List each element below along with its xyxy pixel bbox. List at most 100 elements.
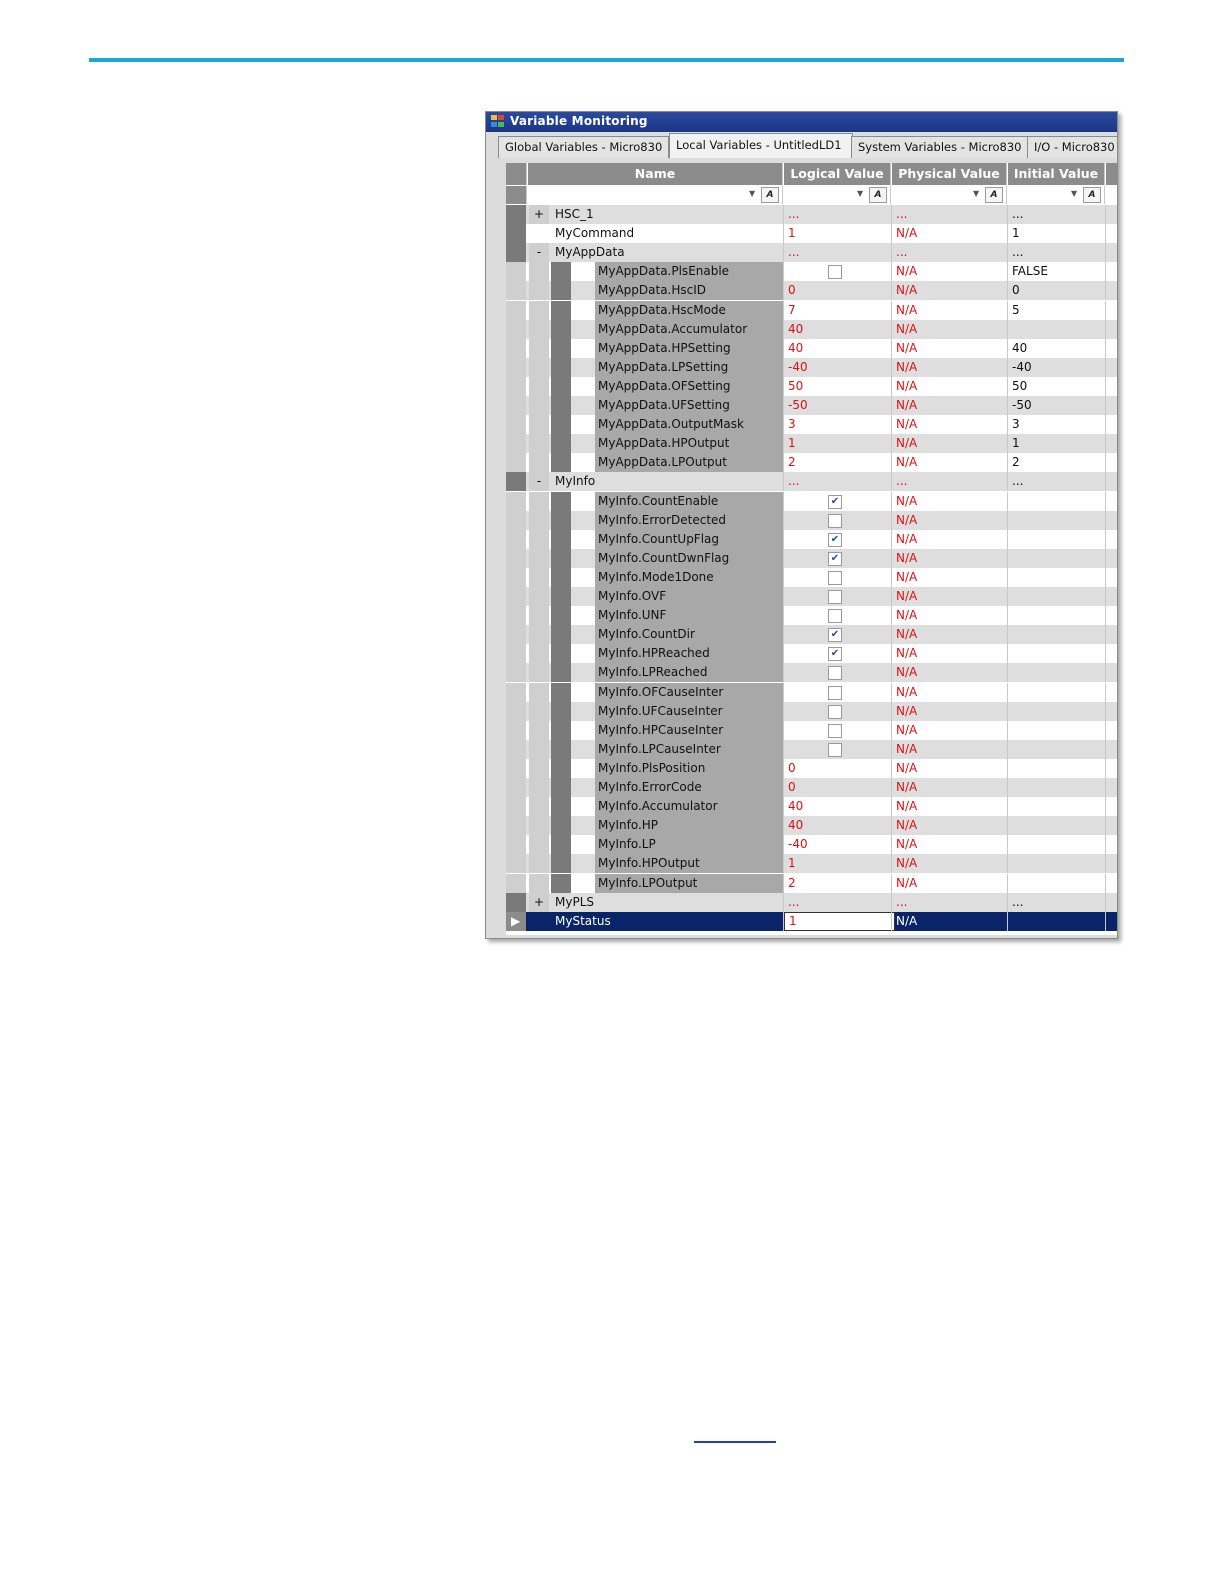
row-selector[interactable] xyxy=(506,682,526,702)
member-selector[interactable] xyxy=(551,510,571,530)
unchecked-checkbox[interactable] xyxy=(828,570,842,585)
initial-value[interactable] xyxy=(1008,492,1108,511)
row-selector[interactable] xyxy=(506,319,526,339)
member-selector[interactable] xyxy=(551,778,571,797)
initial-value[interactable]: ... xyxy=(1008,893,1108,912)
logical-value[interactable]: 7 xyxy=(784,301,893,320)
table-row[interactable]: MyInfo.PlsPosition 0 N/A xyxy=(506,758,1117,778)
table-row[interactable]: MyInfo.Mode1Done N/A xyxy=(506,567,1117,587)
tab-system-variables[interactable]: System Variables - Micro830 xyxy=(851,136,1029,158)
logical-value[interactable]: 2 xyxy=(784,874,893,893)
row-selector[interactable] xyxy=(506,224,526,244)
column-header-initial-value[interactable]: Initial Value xyxy=(1008,163,1105,185)
initial-value[interactable]: ... xyxy=(1008,205,1108,224)
table-row[interactable]: MyInfo.LPReached N/A xyxy=(506,663,1117,683)
initial-value[interactable] xyxy=(1008,721,1108,740)
footer-link-underline[interactable] xyxy=(694,1441,776,1443)
logical-value[interactable]: 1 xyxy=(784,911,895,931)
member-selector[interactable] xyxy=(551,701,571,721)
member-selector[interactable] xyxy=(551,720,571,740)
table-row[interactable]: MyInfo.Accumulator 40 N/A xyxy=(506,797,1117,817)
unchecked-checkbox[interactable] xyxy=(828,609,842,624)
initial-value[interactable] xyxy=(1008,587,1108,606)
unchecked-checkbox[interactable] xyxy=(828,723,842,738)
member-selector[interactable] xyxy=(551,625,571,645)
logical-value[interactable]: ... xyxy=(784,205,893,224)
row-selector[interactable] xyxy=(506,376,526,396)
tab-io[interactable]: I/O - Micro830 xyxy=(1027,136,1117,158)
row-selector[interactable] xyxy=(506,300,526,320)
initial-value-filter[interactable]: ▼ A xyxy=(1008,186,1105,204)
table-row[interactable]: MyInfo.HP 40 N/A xyxy=(506,816,1117,836)
initial-value[interactable]: 2 xyxy=(1008,453,1108,472)
expand-icon[interactable]: + xyxy=(529,205,549,224)
row-selector[interactable] xyxy=(506,243,526,263)
initial-value[interactable] xyxy=(1008,797,1108,816)
filter-icon[interactable]: A xyxy=(761,187,779,203)
member-selector[interactable] xyxy=(551,415,571,435)
member-selector[interactable] xyxy=(551,338,571,358)
initial-value[interactable] xyxy=(1008,644,1108,663)
logical-value[interactable]: 0 xyxy=(784,759,893,778)
row-selector[interactable] xyxy=(506,472,526,492)
table-row[interactable]: MyInfo.HPReached ✔ N/A xyxy=(506,644,1117,664)
row-selector[interactable] xyxy=(506,567,526,587)
logical-value[interactable]: 40 xyxy=(784,816,893,835)
table-row[interactable]: MyAppData.OFSetting 50 N/A 50 xyxy=(506,376,1117,396)
member-selector[interactable] xyxy=(551,758,571,778)
row-selector[interactable]: ▶ xyxy=(506,911,526,931)
member-selector[interactable] xyxy=(551,434,571,454)
row-selector[interactable] xyxy=(506,338,526,358)
logical-value[interactable]: ... xyxy=(784,243,893,262)
filter-icon[interactable]: A xyxy=(869,187,887,203)
filter-icon[interactable]: A xyxy=(1083,187,1101,203)
row-selector[interactable] xyxy=(506,548,526,568)
member-selector[interactable] xyxy=(551,644,571,664)
table-row[interactable]: MyInfo.HPOutput 1 N/A xyxy=(506,854,1117,874)
table-row[interactable]: MyInfo.UFCauseInter N/A xyxy=(506,701,1117,721)
initial-value[interactable] xyxy=(1008,778,1108,797)
table-row[interactable]: MyAppData.Accumulator 40 N/A xyxy=(506,319,1117,339)
row-selector[interactable] xyxy=(506,835,526,855)
table-row[interactable]: MyAppData.OutputMask 3 N/A 3 xyxy=(506,415,1117,435)
table-row[interactable]: MyInfo.CountUpFlag ✔ N/A xyxy=(506,529,1117,549)
initial-value[interactable]: 40 xyxy=(1008,339,1108,358)
initial-value[interactable]: -40 xyxy=(1008,358,1108,377)
member-selector[interactable] xyxy=(551,739,571,759)
table-row[interactable]: MyInfo.OFCauseInter N/A xyxy=(506,682,1117,702)
row-selector[interactable] xyxy=(506,739,526,759)
checked-checkbox[interactable]: ✔ xyxy=(828,532,842,547)
filter-icon[interactable]: A xyxy=(985,187,1003,203)
title-bar[interactable]: Variable Monitoring xyxy=(486,112,1117,132)
member-selector[interactable] xyxy=(551,376,571,396)
initial-value[interactable] xyxy=(1008,874,1108,893)
table-row[interactable]: MyInfo.CountDwnFlag ✔ N/A xyxy=(506,548,1117,568)
checked-checkbox[interactable]: ✔ xyxy=(828,647,842,662)
chevron-down-icon[interactable]: ▼ xyxy=(749,189,755,198)
unchecked-checkbox[interactable] xyxy=(828,666,842,681)
row-selector[interactable] xyxy=(506,873,526,893)
unchecked-checkbox[interactable] xyxy=(828,590,842,604)
row-selector[interactable] xyxy=(506,415,526,435)
member-selector[interactable] xyxy=(551,548,571,568)
unchecked-checkbox[interactable] xyxy=(828,265,842,280)
checked-checkbox[interactable]: ✔ xyxy=(828,494,842,509)
initial-value[interactable] xyxy=(1008,816,1108,835)
row-selector[interactable] xyxy=(506,701,526,721)
initial-value[interactable] xyxy=(1008,606,1108,625)
checked-checkbox[interactable]: ✔ xyxy=(828,628,842,643)
row-selector[interactable] xyxy=(506,205,526,224)
initial-value[interactable] xyxy=(1008,835,1108,854)
logical-value[interactable]: 3 xyxy=(784,415,893,434)
row-selector[interactable] xyxy=(506,453,526,473)
member-selector[interactable] xyxy=(551,529,571,549)
table-row[interactable]: MyInfo.HPCauseInter N/A xyxy=(506,720,1117,740)
member-selector[interactable] xyxy=(551,567,571,587)
table-row[interactable]: + MyPLS......... xyxy=(506,892,1117,912)
table-row[interactable]: MyAppData.LPSetting -40 N/A -40 xyxy=(506,357,1117,377)
member-selector[interactable] xyxy=(551,835,571,855)
member-selector[interactable] xyxy=(551,319,571,339)
row-selector[interactable] xyxy=(506,778,526,797)
member-selector[interactable] xyxy=(551,797,571,817)
collapse-icon[interactable]: - xyxy=(529,472,549,492)
